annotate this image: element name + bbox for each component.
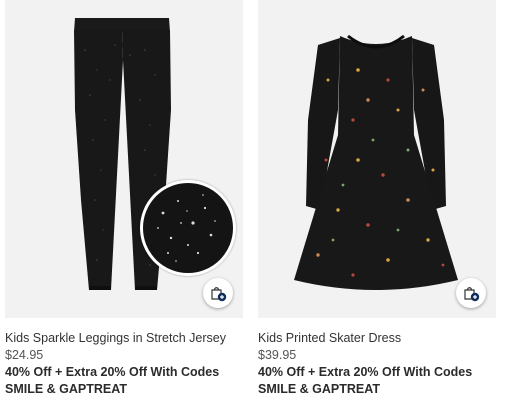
shopping-bag-plus-icon xyxy=(464,287,480,302)
product-card[interactable]: Kids Sparkle Leggings in Stretch Jersey … xyxy=(5,0,243,398)
product-card[interactable]: Kids Printed Skater Dress $39.95 40% Off… xyxy=(258,0,496,398)
product-name[interactable]: Kids Printed Skater Dress xyxy=(258,330,496,347)
product-grid: Kids Sparkle Leggings in Stretch Jersey … xyxy=(0,0,506,408)
quick-add-button[interactable] xyxy=(456,278,486,308)
product-price: $24.95 xyxy=(5,348,44,362)
shopping-bag-plus-icon xyxy=(211,287,227,302)
promo-text: 40% Off + Extra 20% Off With Codes xyxy=(258,365,473,379)
dress-image xyxy=(294,34,458,290)
fabric-zoom-swatch xyxy=(140,180,236,276)
product-info: Kids Sparkle Leggings in Stretch Jersey … xyxy=(5,318,243,398)
promo-codes: SMILE & GAPTREAT xyxy=(258,382,380,396)
product-info: Kids Printed Skater Dress $39.95 40% Off… xyxy=(258,318,496,398)
product-image[interactable] xyxy=(258,0,496,318)
product-image[interactable] xyxy=(5,0,243,318)
promo-text: 40% Off + Extra 20% Off With Codes xyxy=(5,365,220,379)
sparkle-detail-icon xyxy=(157,194,216,262)
promo-codes: SMILE & GAPTREAT xyxy=(5,382,127,396)
product-name[interactable]: Kids Sparkle Leggings in Stretch Jersey xyxy=(5,330,243,347)
quick-add-button[interactable] xyxy=(203,278,233,308)
product-price: $39.95 xyxy=(258,348,297,362)
